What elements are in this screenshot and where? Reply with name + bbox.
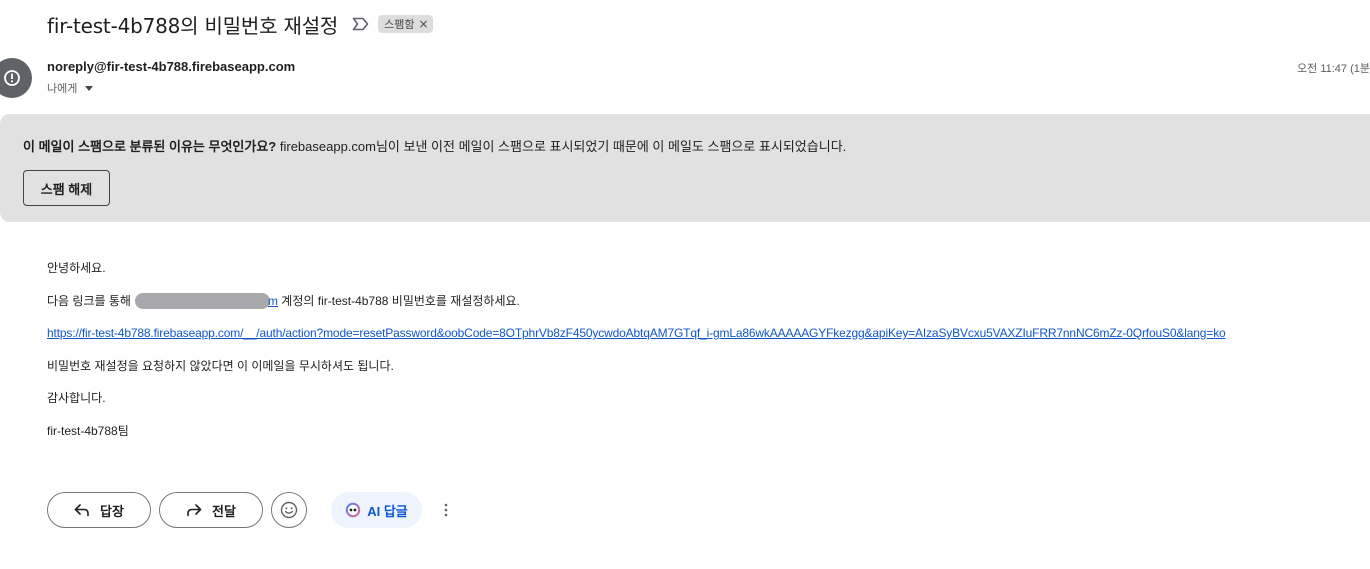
redacted-email-block <box>134 293 270 310</box>
forward-label: 전달 <box>212 503 236 519</box>
ai-reply-label: AI 답글 <box>367 503 408 519</box>
forward-arrow-icon <box>187 504 202 517</box>
subject-row: fir-test-4b788의 비밀번호 재설정 스팸함 × <box>47 9 433 39</box>
recipient-line[interactable]: 나에게 <box>47 80 94 96</box>
account-email-link-tail[interactable]: m <box>268 294 278 308</box>
spam-label-chip: 스팸함 × <box>378 15 433 33</box>
emoji-react-button[interactable] <box>271 492 307 528</box>
not-spam-button[interactable]: 스팸 해제 <box>23 170 110 206</box>
recipient-label: 나에게 <box>47 83 78 95</box>
email-timestamp: 오전 11:47 (1분 <box>1297 63 1370 75</box>
instruction-suffix: 계정의 fir-test-4b788 비밀번호를 재설정하세요. <box>277 293 520 308</box>
spam-explanation-text: 이 메일이 스팸으로 분류된 이유는 무엇인가요? firebaseapp.co… <box>23 136 846 155</box>
instruction-prefix: 다음 링크를 통해 <box>47 293 131 308</box>
more-vertical-icon <box>444 503 448 517</box>
instruction-line: 다음 링크를 통해 m 계정의 fir-test-4b788 비밀번호를 재설정하… <box>47 292 1226 325</box>
spam-question: 이 메일이 스팸으로 분류된 이유는 무엇인가요? <box>23 139 277 154</box>
reset-link-line: https://fir-test-4b788.firebaseapp.com/_… <box>47 324 1226 357</box>
more-options-button[interactable] <box>434 492 458 528</box>
reply-button[interactable]: 답장 <box>47 492 151 528</box>
important-marker-icon[interactable] <box>350 14 370 34</box>
reply-label: 답장 <box>100 503 124 519</box>
remove-label-button[interactable]: × <box>418 17 428 31</box>
emoji-smile-icon <box>280 501 298 519</box>
email-subject: fir-test-4b788의 비밀번호 재설정 <box>47 13 339 38</box>
password-reset-link[interactable]: https://fir-test-4b788.firebaseapp.com/_… <box>47 326 1226 340</box>
forward-button[interactable]: 전달 <box>159 492 263 528</box>
spam-label-text: 스팸함 <box>384 18 415 31</box>
alert-avatar-icon <box>0 58 32 98</box>
signature-line: fir-test-4b788팀 <box>47 423 129 438</box>
ignore-line: 비밀번호 재설정을 요청하지 않았다면 이 이메일을 무시하셔도 됩니다. <box>47 358 394 373</box>
spam-reason: firebaseapp.com님이 보낸 이전 메일이 스팸으로 표시되었기 때… <box>276 139 847 154</box>
thanks-line: 감사합니다. <box>47 391 106 405</box>
sender-address: noreply@fir-test-4b788.firebaseapp.com <box>47 59 296 74</box>
email-body: 안녕하세요. 다음 링크를 통해 m 계정의 fir-test-4b788 비밀번… <box>47 259 1226 454</box>
spam-explanation-banner: 이 메일이 스팸으로 분류된 이유는 무엇인가요? firebaseapp.co… <box>0 114 1370 222</box>
greeting-line: 안녕하세요. <box>47 261 106 275</box>
recipient-details-chevron-icon[interactable] <box>85 85 94 91</box>
reply-arrow-icon <box>74 504 89 517</box>
message-actions: 답장 전달 AI 답글 <box>47 492 458 528</box>
ai-reply-button[interactable]: AI 답글 <box>331 492 422 528</box>
ai-sparkle-icon <box>346 502 361 518</box>
